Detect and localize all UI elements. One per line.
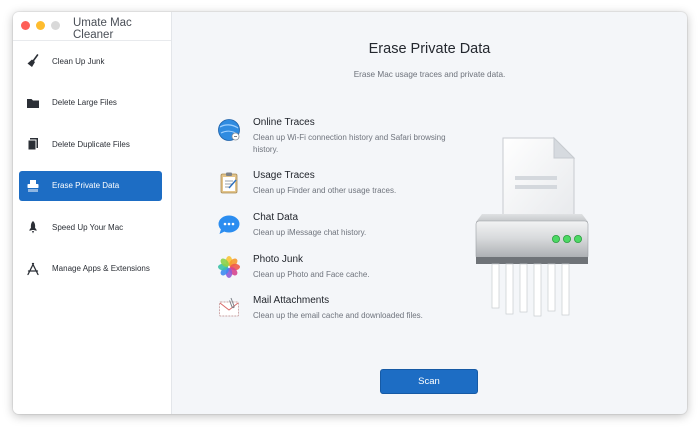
sidebar-item-delete-large-files[interactable]: Delete Large Files	[19, 88, 162, 118]
scan-button[interactable]: Scan	[380, 369, 478, 394]
sidebar-item-speed-up-your-mac[interactable]: Speed Up Your Mac	[19, 212, 162, 242]
shredder-icon	[26, 179, 40, 193]
main-panel: Erase Private Data Erase Mac usage trace…	[172, 12, 687, 414]
page-subtitle: Erase Mac usage traces and private data.	[353, 70, 506, 79]
feature-title: Chat Data	[253, 212, 299, 223]
shredder-illustration	[452, 130, 612, 330]
sidebar-item-delete-duplicate-files[interactable]: Delete Duplicate Files	[19, 129, 162, 159]
close-window-button[interactable]	[21, 21, 30, 30]
feature-description: Clean up Finder and other usage traces.	[253, 186, 397, 195]
mail-attachment-icon	[217, 296, 241, 320]
sidebar-nav: Clean Up Junk Delete Large Files Delete …	[19, 46, 162, 295]
rocket-icon	[26, 220, 40, 234]
divider	[13, 40, 171, 41]
feature-title: Usage Traces	[253, 170, 315, 181]
sidebar-item-clean-up-junk[interactable]: Clean Up Junk	[19, 46, 162, 76]
feature-title: Photo Junk	[253, 254, 304, 265]
sidebar-item-erase-private-data[interactable]: Erase Private Data	[19, 170, 162, 201]
feature-description: Clean up the email cache and downloaded …	[253, 311, 423, 320]
app-store-icon	[26, 262, 40, 276]
feature-online-traces: Online Traces Clean up Wi-Fi connection …	[217, 116, 447, 156]
clipboard-icon	[217, 171, 241, 195]
sidebar-item-label: Clean Up Junk	[52, 56, 105, 66]
chat-bubble-icon	[217, 213, 241, 237]
feature-title: Mail Attachments	[253, 295, 330, 306]
sidebar-item-label: Erase Private Data	[52, 181, 120, 190]
feature-title: Online Traces	[253, 117, 315, 128]
photos-icon	[217, 255, 241, 279]
broom-icon	[26, 54, 40, 68]
folder-icon	[26, 96, 40, 110]
feature-usage-traces: Usage Traces Clean up Finder and other u…	[217, 169, 447, 197]
globe-icon	[217, 118, 241, 142]
minimize-window-button[interactable]	[36, 21, 45, 30]
feature-photo-junk: Photo Junk Clean up Photo and Face cache…	[217, 253, 447, 281]
feature-description: Clean up Wi-Fi connection history and Sa…	[253, 133, 446, 154]
zoom-window-button[interactable]	[51, 21, 60, 30]
sidebar-item-label: Speed Up Your Mac	[52, 222, 124, 232]
sidebar-item-manage-apps-extensions[interactable]: Manage Apps & Extensions	[19, 254, 162, 284]
feature-description: Clean up iMessage chat history.	[253, 228, 367, 237]
app-window: Umate Mac Cleaner Clean Up Junk Delete L…	[13, 12, 687, 414]
app-title: Umate Mac Cleaner	[73, 17, 132, 41]
feature-description: Clean up Photo and Face cache.	[253, 270, 370, 279]
feature-mail-attachments: Mail Attachments Clean up the email cach…	[217, 294, 447, 322]
sidebar-item-label: Delete Large Files	[52, 98, 117, 107]
window-controls	[21, 21, 60, 30]
duplicate-files-icon	[26, 137, 40, 151]
feature-chat-data: Chat Data Clean up iMessage chat history…	[217, 211, 447, 239]
sidebar-item-label: Delete Duplicate Files	[52, 139, 130, 149]
sidebar: Umate Mac Cleaner Clean Up Junk Delete L…	[13, 12, 172, 414]
sidebar-item-label: Manage Apps & Extensions	[52, 264, 150, 273]
page-title: Erase Private Data	[368, 41, 491, 57]
